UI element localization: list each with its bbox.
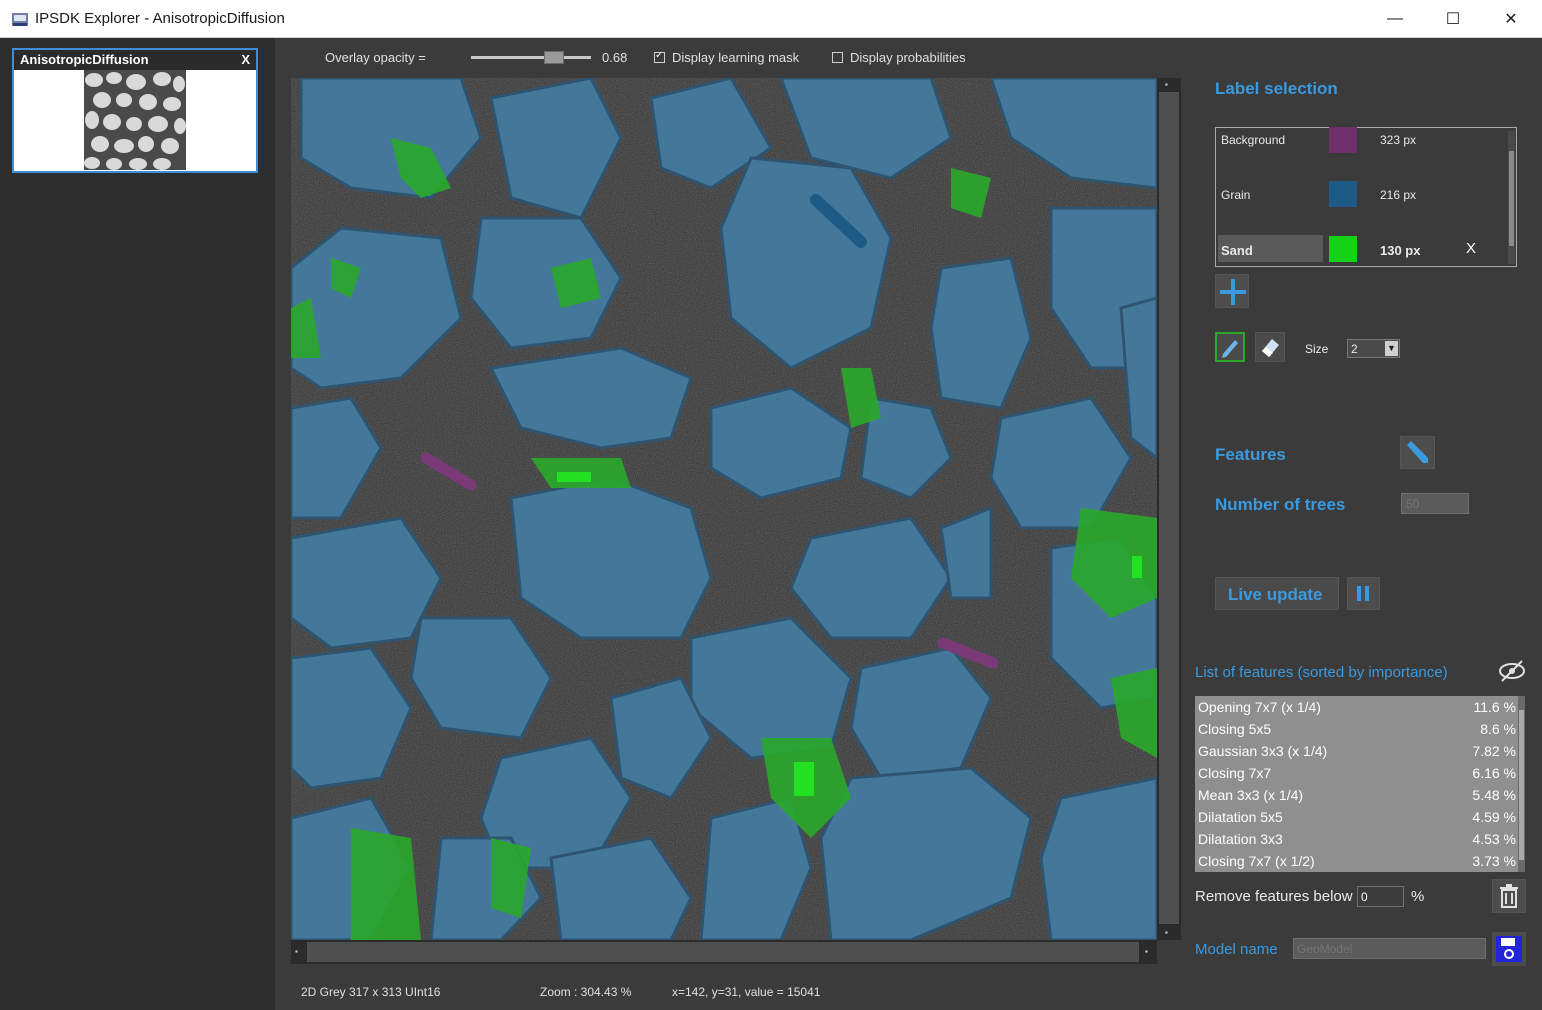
label-name-background[interactable]: Background bbox=[1221, 133, 1285, 147]
maximize-button[interactable]: ☐ bbox=[1424, 0, 1482, 38]
list-item[interactable]: Opening 7x7 (x 1/4) 11.6 % bbox=[1198, 696, 1516, 718]
add-label-button[interactable] bbox=[1215, 274, 1249, 308]
display-probabilities-checkbox[interactable] bbox=[832, 52, 843, 63]
scroll-left-icon[interactable]: ▪ bbox=[295, 947, 298, 956]
label-count-sand: 130 px bbox=[1380, 243, 1421, 258]
remove-features-threshold-input[interactable] bbox=[1357, 886, 1404, 907]
image-viewer[interactable] bbox=[291, 78, 1157, 940]
overlay-opacity-slider[interactable] bbox=[471, 56, 591, 59]
display-probabilities-label: Display probabilities bbox=[850, 50, 966, 65]
number-of-trees-heading: Number of trees bbox=[1215, 495, 1346, 514]
scroll-right-icon[interactable]: ▪ bbox=[1145, 947, 1148, 956]
model-name-input[interactable] bbox=[1293, 938, 1486, 959]
pen-tool-button[interactable] bbox=[1215, 332, 1245, 362]
pencil-icon bbox=[1407, 441, 1428, 463]
label-color-sand[interactable] bbox=[1329, 236, 1357, 262]
eraser-tool-button[interactable] bbox=[1255, 332, 1285, 362]
eye-hidden-icon[interactable] bbox=[1497, 658, 1527, 684]
feature-list-heading: List of features (sorted by importance) bbox=[1195, 664, 1448, 681]
display-learning-mask-label: Display learning mask bbox=[672, 50, 800, 65]
remove-features-button[interactable] bbox=[1492, 879, 1526, 913]
image-info-text: 2D Grey 317 x 313 UInt16 bbox=[301, 985, 441, 999]
horizontal-scrollbar[interactable]: ▪ ▪ bbox=[291, 940, 1157, 964]
remove-label-button[interactable]: X bbox=[1466, 240, 1476, 257]
title-bar: IPSDK Explorer - AnisotropicDiffusion — … bbox=[0, 0, 1542, 38]
feature-list-scrollbar[interactable] bbox=[1518, 696, 1525, 872]
list-item[interactable]: Gaussian 3x3 (x 1/4) 7.82 % bbox=[1198, 740, 1516, 762]
label-selection-heading: Label selection bbox=[1215, 79, 1338, 98]
segmentation-canvas[interactable] bbox=[291, 78, 1157, 940]
plus-icon bbox=[1220, 279, 1246, 305]
minimize-button[interactable]: — bbox=[1366, 0, 1424, 38]
zoom-text: Zoom : 304.43 % bbox=[540, 985, 632, 999]
feature-importance-list[interactable]: Opening 7x7 (x 1/4) 11.6 % Closing 5x5 8.6… bbox=[1195, 696, 1525, 872]
label-name-sand[interactable]: Sand bbox=[1221, 243, 1253, 258]
live-update-button[interactable]: Live update bbox=[1215, 577, 1339, 610]
features-heading: Features bbox=[1215, 445, 1286, 464]
display-learning-mask-checkbox[interactable] bbox=[654, 50, 665, 63]
save-model-button[interactable] bbox=[1492, 932, 1526, 966]
list-item[interactable]: Mean 3x3 (x 1/4) 5.48 % bbox=[1198, 784, 1516, 806]
number-of-trees-input[interactable] bbox=[1401, 493, 1469, 514]
list-item[interactable]: Closing 7x7 (x 1/2) 3.73 % bbox=[1198, 850, 1516, 872]
image-list-panel bbox=[0, 38, 275, 1010]
list-item[interactable]: Closing 5x5 8.6 % bbox=[1198, 718, 1516, 740]
image-thumbnail-card[interactable]: AnisotropicDiffusion X bbox=[12, 48, 258, 173]
remove-features-unit: % bbox=[1411, 888, 1425, 905]
window-title: IPSDK Explorer - AnisotropicDiffusion bbox=[35, 10, 285, 27]
label-color-grain[interactable] bbox=[1329, 181, 1357, 207]
pause-icon bbox=[1357, 586, 1369, 601]
horizontal-scroll-thumb[interactable] bbox=[307, 942, 1139, 962]
brush-size-value: 2 bbox=[1351, 342, 1358, 356]
brush-size-select[interactable]: 2 ▼ bbox=[1347, 339, 1400, 358]
thumbnail-image bbox=[84, 70, 186, 170]
save-icon bbox=[1496, 936, 1522, 962]
label-list-scrollbar[interactable] bbox=[1508, 131, 1515, 264]
list-item[interactable]: Dilatation 3x3 4.53 % bbox=[1198, 828, 1516, 850]
remove-features-label: Remove features below bbox=[1195, 888, 1353, 905]
chevron-down-icon[interactable]: ▼ bbox=[1385, 341, 1398, 356]
model-name-label: Model name bbox=[1195, 941, 1278, 958]
label-color-background[interactable] bbox=[1329, 127, 1357, 153]
label-count-background: 323 px bbox=[1380, 133, 1417, 147]
list-item[interactable]: Dilatation 5x5 4.59 % bbox=[1198, 806, 1516, 828]
overlay-opacity-value: 0.68 bbox=[602, 50, 628, 65]
thumbnail-close-button[interactable]: X bbox=[241, 50, 250, 70]
scroll-up-icon[interactable]: ▪ bbox=[1165, 80, 1168, 89]
vertical-scroll-thumb[interactable] bbox=[1159, 92, 1179, 924]
list-item[interactable]: Closing 7x7 6.16 % bbox=[1198, 762, 1516, 784]
label-count-grain: 216 px bbox=[1380, 188, 1417, 202]
overlay-opacity-label: Overlay opacity = bbox=[325, 50, 426, 65]
thumbnail-title: AnisotropicDiffusion bbox=[20, 52, 149, 67]
scroll-down-icon[interactable]: ▪ bbox=[1165, 928, 1168, 937]
eraser-icon bbox=[1262, 339, 1279, 357]
cursor-info-text: x=142, y=31, value = 15041 bbox=[672, 985, 821, 999]
live-update-label: Live update bbox=[1228, 585, 1323, 604]
label-name-grain[interactable]: Grain bbox=[1221, 188, 1250, 202]
thumbnail-header: AnisotropicDiffusion X bbox=[14, 50, 256, 70]
features-edit-button[interactable] bbox=[1400, 436, 1435, 469]
close-button[interactable]: ✕ bbox=[1482, 0, 1540, 38]
overlay-opacity-slider-handle[interactable] bbox=[543, 51, 564, 64]
brush-size-label: Size bbox=[1305, 342, 1329, 356]
pen-icon bbox=[1222, 340, 1238, 358]
vertical-scrollbar[interactable]: ▪ ▪ bbox=[1157, 78, 1181, 940]
pause-button[interactable] bbox=[1347, 577, 1380, 610]
trash-icon bbox=[1500, 884, 1518, 908]
app-icon bbox=[12, 13, 28, 26]
